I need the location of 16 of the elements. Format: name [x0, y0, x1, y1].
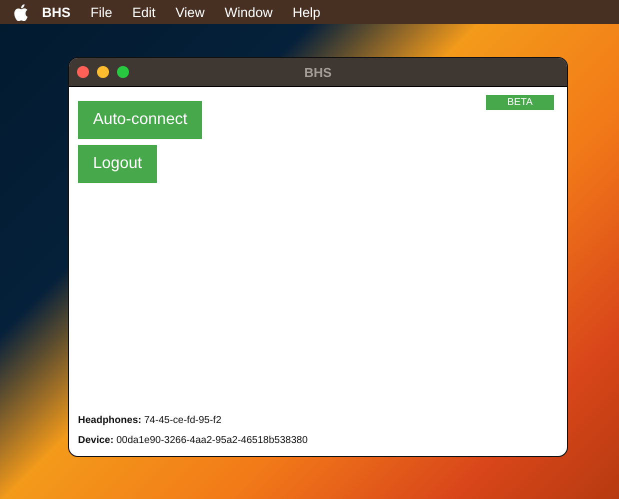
info-label: Device:	[78, 435, 114, 446]
menu-item[interactable]: View	[176, 4, 205, 20]
window-title: BHS	[304, 64, 332, 80]
apple-logo-icon[interactable]	[14, 4, 28, 20]
menu-item[interactable]: BHS	[42, 4, 71, 20]
info-value: 74-45-ce-fd-95-f2	[144, 415, 222, 426]
minimize-icon[interactable]	[97, 66, 109, 78]
menu-item[interactable]: Edit	[132, 4, 156, 20]
beta-badge: BETA	[486, 95, 554, 110]
menu-item[interactable]: Window	[224, 4, 273, 20]
menu-item[interactable]: File	[90, 4, 112, 20]
maximize-icon[interactable]	[117, 66, 129, 78]
info-value: 00da1e90-3266-4aa2-95a2-46518b538380	[116, 435, 308, 446]
info-label: Headphones:	[78, 415, 142, 426]
close-icon[interactable]	[77, 66, 89, 78]
menu-item[interactable]: Help	[292, 4, 320, 20]
